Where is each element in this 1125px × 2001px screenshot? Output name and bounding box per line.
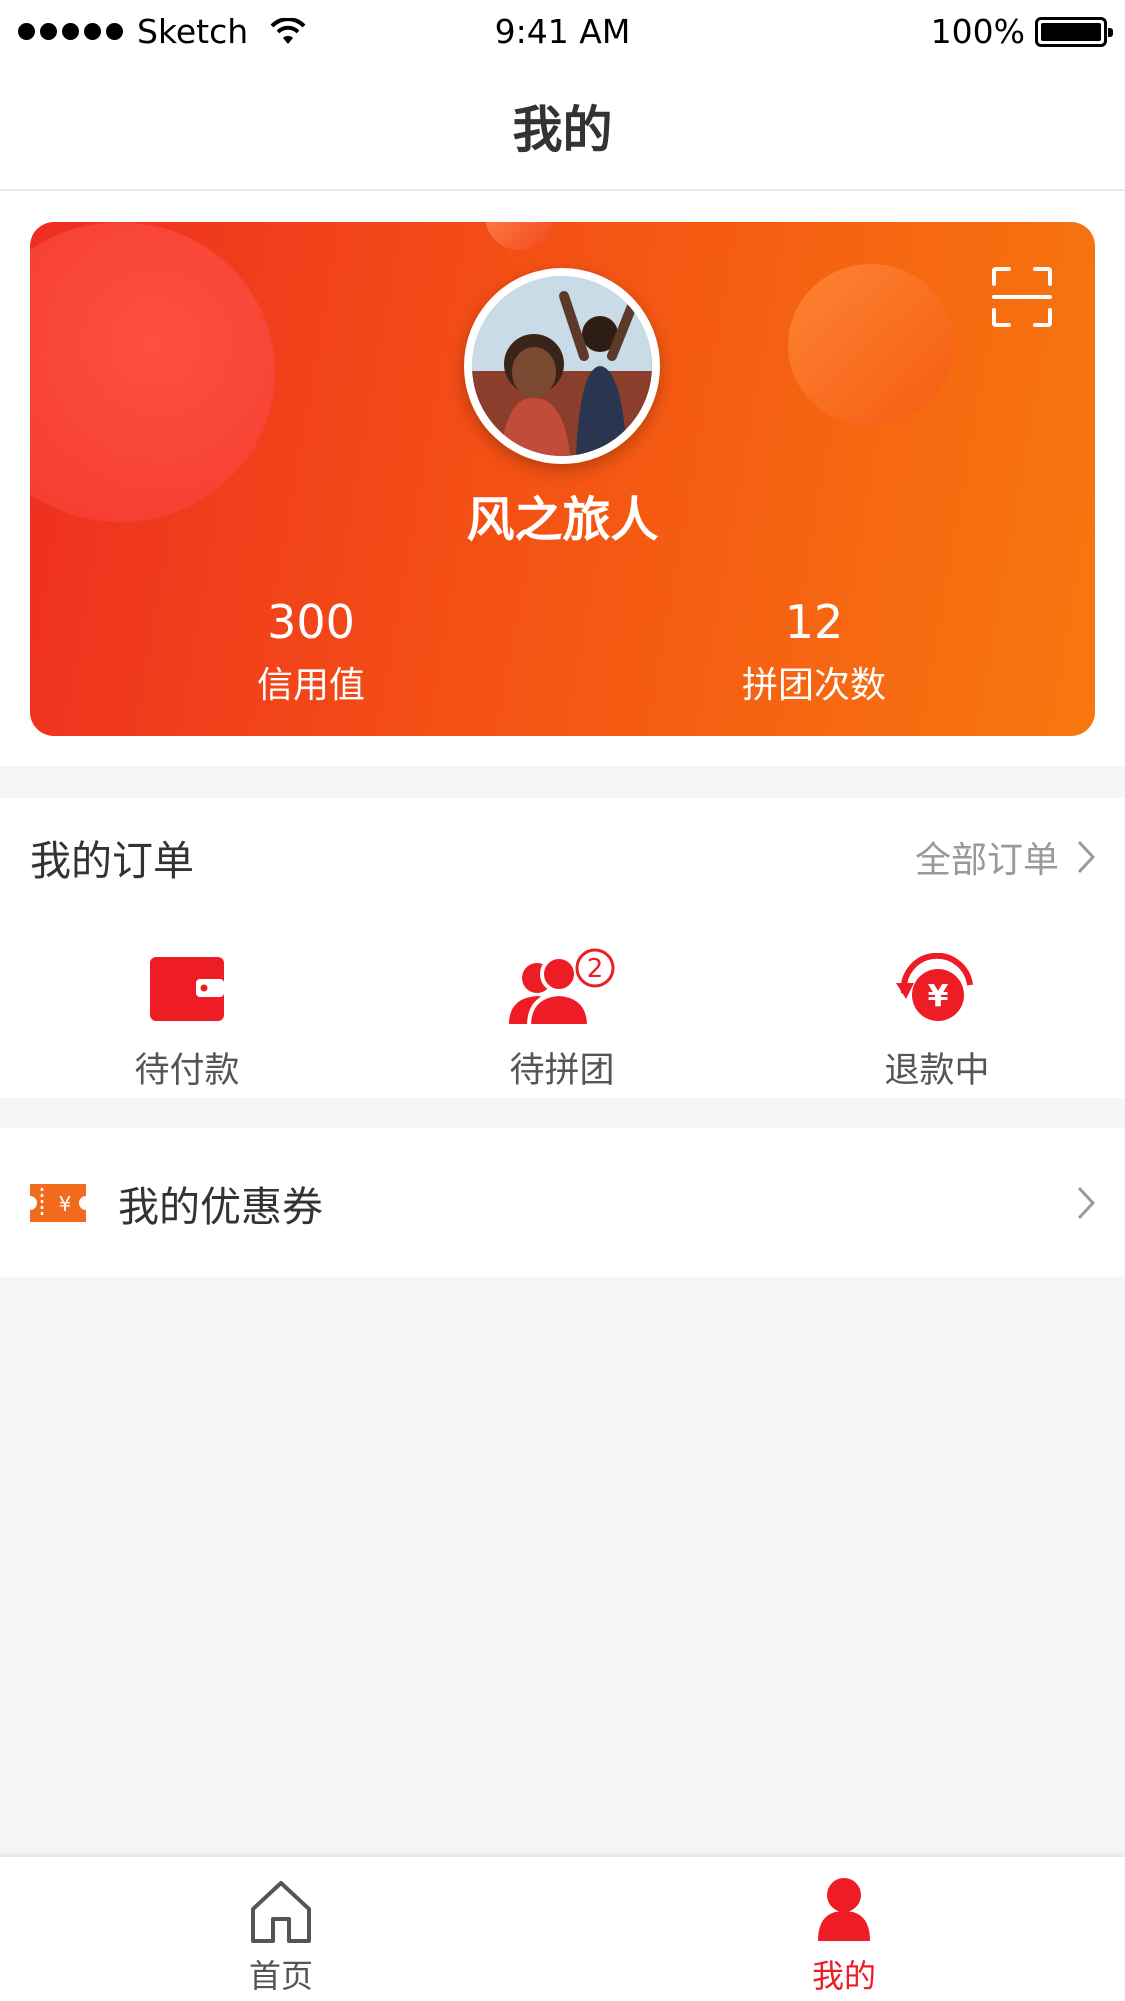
refund-icon: ¥ [827,948,1047,1030]
wallet-icon [77,948,297,1030]
credit-label: 信用值 [256,665,365,706]
page-title: 我的 [512,100,613,159]
all-orders-link[interactable]: 全部订单 [915,831,1095,883]
order-pending-payment-label: 待付款 [134,1051,240,1091]
my-coupons-row[interactable]: ¥ 我的优惠券 [0,1128,1125,1277]
my-coupons-label: 我的优惠券 [118,1182,323,1231]
avatar[interactable] [464,268,660,464]
tab-home-label: 首页 [248,1957,313,1995]
group-count-label: 拼团次数 [741,665,886,706]
chevron-right-icon [1077,840,1095,874]
order-refunding[interactable]: ¥ 退款中 [827,948,1047,1093]
chevron-right-icon [1077,1186,1095,1219]
orders-section: 我的订单 全部订单 待付款 2 待拼团 ¥ 退款中 [0,798,1125,1098]
nav-bar: 我的 [0,62,1125,191]
user-icon [744,1871,944,1943]
decor-circle [788,264,954,426]
coupon-icon: ¥ [30,1183,86,1222]
decor-circle [485,222,553,250]
home-icon [181,1871,381,1943]
avatar-photo [472,276,652,456]
tab-bar: 首页 我的 [0,1855,1125,2001]
order-pending-payment[interactable]: 待付款 [77,948,297,1093]
status-bar: Sketch 9:41 AM 100% [0,0,1125,62]
status-right: 100% [930,12,1113,51]
user-name: 风之旅人 [466,492,659,548]
coupon-currency-symbol: ¥ [59,1192,72,1216]
order-pending-group[interactable]: 2 待拼团 [452,948,672,1093]
group-badge-count: 2 [587,954,604,984]
decor-circle [30,222,275,522]
group-icon: 2 [452,948,672,1030]
credit-stat[interactable]: 300 信用值 [161,594,461,708]
tab-mine[interactable]: 我的 [744,1871,944,1997]
tab-mine-label: 我的 [811,1957,876,1995]
group-count-stat[interactable]: 12 拼团次数 [664,594,964,708]
battery-icon [1035,16,1113,47]
scan-icon[interactable] [991,266,1053,328]
all-orders-label: 全部订单 [914,840,1059,881]
profile-card: 风之旅人 300 信用值 12 拼团次数 [30,222,1095,736]
screen: Sketch 9:41 AM 100% 我的 风之旅人 300 信用值 12 拼… [0,0,1125,2001]
profile-section: 风之旅人 300 信用值 12 拼团次数 [0,191,1125,766]
orders-title: 我的订单 [30,837,194,885]
group-count-value: 12 [784,595,844,649]
battery-percent: 100% [930,12,1025,51]
tab-home[interactable]: 首页 [181,1871,381,1997]
svg-text:¥: ¥ [928,979,949,1014]
order-pending-group-label: 待拼团 [509,1051,615,1091]
orders-header: 我的订单 全部订单 [0,798,1125,916]
order-refunding-label: 退款中 [884,1051,990,1091]
credit-value: 300 [267,595,355,649]
